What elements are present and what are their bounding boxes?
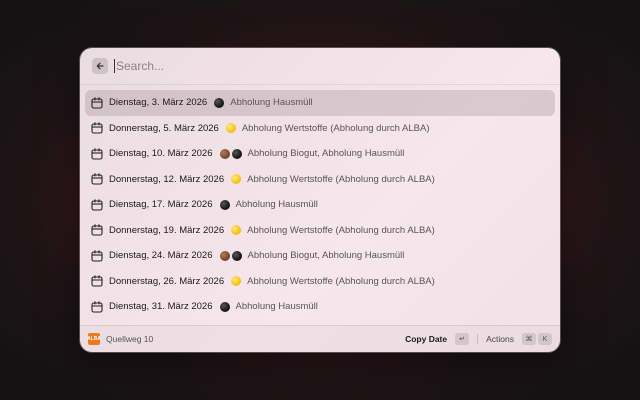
actions-button[interactable]: Actions [486, 334, 514, 344]
search-bar [80, 48, 560, 85]
item-label: Abholung Biogut, Abholung Hausmüll [247, 250, 405, 262]
waste-type-indicators [231, 225, 243, 236]
list-item[interactable]: Dienstag, 3. März 2026 Abholung Hausmüll [85, 90, 555, 116]
alba-app-icon: ALBA [87, 333, 101, 345]
return-key-hint: ↵ [455, 333, 470, 345]
arrow-left-icon [96, 62, 104, 70]
list-item[interactable]: Dienstag, 17. März 2026 Abholung Hausmüll [85, 192, 555, 218]
copy-date-button[interactable]: Copy Date [405, 334, 447, 344]
black-bin-icon [231, 250, 242, 261]
item-date: Dienstag, 17. März 2026 [109, 199, 213, 211]
results-list: Dienstag, 3. März 2026 Abholung Hausmüll D… [80, 85, 560, 320]
list-item[interactable]: Dienstag, 31. März 2026 Abholung Hausmüll [85, 294, 555, 320]
yellow-bin-icon [231, 276, 242, 287]
action-bar: ALBA Quellweg 10 Copy Date ↵ Actions ⌘ K [80, 325, 560, 352]
list-item[interactable]: Dienstag, 10. März 2026 Abholung Biogut, … [85, 141, 555, 167]
item-label: Abholung Wertstoffe (Abholung durch ALBA… [247, 275, 435, 287]
item-date: Dienstag, 24. März 2026 [109, 250, 213, 262]
brown-bin-icon [219, 250, 230, 261]
waste-type-indicators [225, 123, 238, 134]
calendar-icon [91, 199, 103, 211]
k-key-hint: K [538, 333, 552, 345]
item-date: Donnerstag, 12. März 2026 [109, 173, 225, 185]
waste-type-indicators [219, 148, 244, 159]
yellow-bin-icon [231, 225, 242, 236]
footer-title: Quellweg 10 [106, 334, 154, 344]
waste-type-indicators [219, 199, 232, 210]
item-label: Abholung Hausmüll [230, 97, 313, 109]
calendar-icon [91, 173, 103, 185]
yellow-bin-icon [231, 174, 242, 185]
item-label: Abholung Wertstoffe (Abholung durch ALBA… [247, 173, 435, 185]
back-button[interactable] [92, 58, 108, 74]
calendar-icon [91, 148, 103, 160]
calendar-icon [91, 224, 103, 236]
calendar-icon [91, 301, 103, 313]
launcher-window: Dienstag, 3. März 2026Abholung HausmüllD… [80, 48, 560, 352]
waste-type-indicators [231, 276, 243, 287]
command-key-hint: ⌘ [522, 333, 536, 345]
item-label: Abholung Biogut, Abholung Hausmüll [247, 148, 405, 160]
item-label: Abholung Wertstoffe (Abholung durch ALBA… [247, 224, 435, 236]
black-bin-icon [231, 148, 242, 159]
list-item[interactable]: Dienstag, 24. März 2026 Abholung Biogut, … [85, 243, 555, 269]
item-date: Donnerstag, 5. März 2026 [109, 122, 219, 134]
item-date: Dienstag, 10. März 2026 [109, 148, 213, 160]
search-input[interactable] [114, 59, 548, 73]
item-date: Donnerstag, 26. März 2026 [109, 275, 225, 287]
calendar-icon [91, 250, 103, 262]
calendar-icon [91, 275, 103, 287]
waste-type-indicators [214, 97, 226, 108]
item-label: Abholung Wertstoffe (Abholung durch ALBA… [241, 122, 430, 134]
black-bin-icon [214, 97, 225, 108]
calendar-icon [91, 122, 103, 134]
item-label: Abholung Hausmüll [235, 301, 318, 313]
brown-bin-icon [219, 148, 230, 159]
list-item[interactable]: Donnerstag, 19. März 2026 Abholung Wertst… [85, 218, 555, 244]
list-item[interactable]: Donnerstag, 12. März 2026 Abholung Wertst… [85, 167, 555, 193]
item-date: Dienstag, 31. März 2026 [109, 301, 213, 313]
footer-divider [477, 334, 479, 344]
item-label: Abholung Hausmüll [235, 199, 318, 211]
calendar-icon [91, 97, 103, 109]
list-item[interactable]: Donnerstag, 26. März 2026 Abholung Wertst… [85, 269, 555, 295]
waste-type-indicators [219, 301, 232, 312]
item-date: Donnerstag, 19. März 2026 [109, 224, 225, 236]
black-bin-icon [219, 199, 230, 210]
yellow-bin-icon [225, 123, 236, 134]
black-bin-icon [219, 301, 230, 312]
item-date: Dienstag, 3. März 2026 [109, 97, 208, 109]
list-item[interactable]: Donnerstag, 5. März 2026 Abholung Wertsto… [85, 116, 555, 142]
waste-type-indicators [231, 174, 243, 185]
waste-type-indicators [219, 250, 244, 261]
